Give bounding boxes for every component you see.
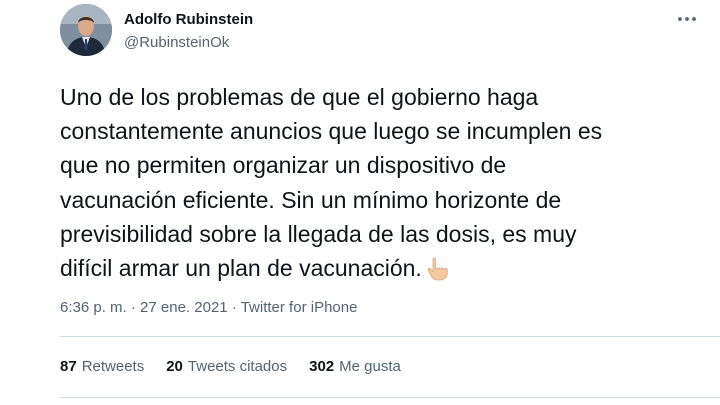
likes-count: 302 (309, 358, 335, 375)
meta-separator: · (231, 299, 237, 316)
divider (60, 397, 720, 398)
tweet-card: Adolfo Rubinstein @RubinsteinOk Uno de l… (0, 0, 720, 405)
likes-stat[interactable]: 302 Me gusta (309, 358, 401, 375)
author-handle[interactable]: @RubinsteinOk (124, 34, 229, 51)
retweets-count: 87 (60, 358, 77, 375)
divider (60, 336, 720, 337)
more-options-button[interactable] (676, 8, 698, 30)
tweet-stats: 87 Retweets 20 Tweets citados 302 Me gusta (60, 358, 423, 375)
tweet-source[interactable]: Twitter for iPhone (241, 299, 358, 316)
tweet-date[interactable]: 27 ene. 2021 (140, 299, 228, 316)
more-horizontal-icon (678, 17, 696, 21)
tweet-meta: 6:36 p. m. · 27 ene. 2021 · Twitter for … (60, 299, 357, 316)
quotes-label: Tweets citados (187, 358, 288, 375)
meta-separator: · (130, 299, 136, 316)
retweets-stat[interactable]: 87 Retweets (60, 358, 144, 375)
tweet-text: Uno de los problemas de que el gobierno … (60, 80, 700, 285)
tweet-time[interactable]: 6:36 p. m. (60, 299, 127, 316)
quotes-count: 20 (166, 358, 183, 375)
pointing-down-hand-emoji (424, 256, 450, 282)
author-name[interactable]: Adolfo Rubinstein (124, 11, 253, 28)
quote-tweets-stat[interactable]: 20 Tweets citados (166, 358, 287, 375)
retweets-label: Retweets (81, 358, 145, 375)
avatar[interactable] (60, 4, 112, 56)
likes-label: Me gusta (339, 358, 401, 375)
tweet-text-content: Uno de los problemas de que el gobierno … (60, 84, 603, 282)
avatar-image (60, 4, 112, 56)
